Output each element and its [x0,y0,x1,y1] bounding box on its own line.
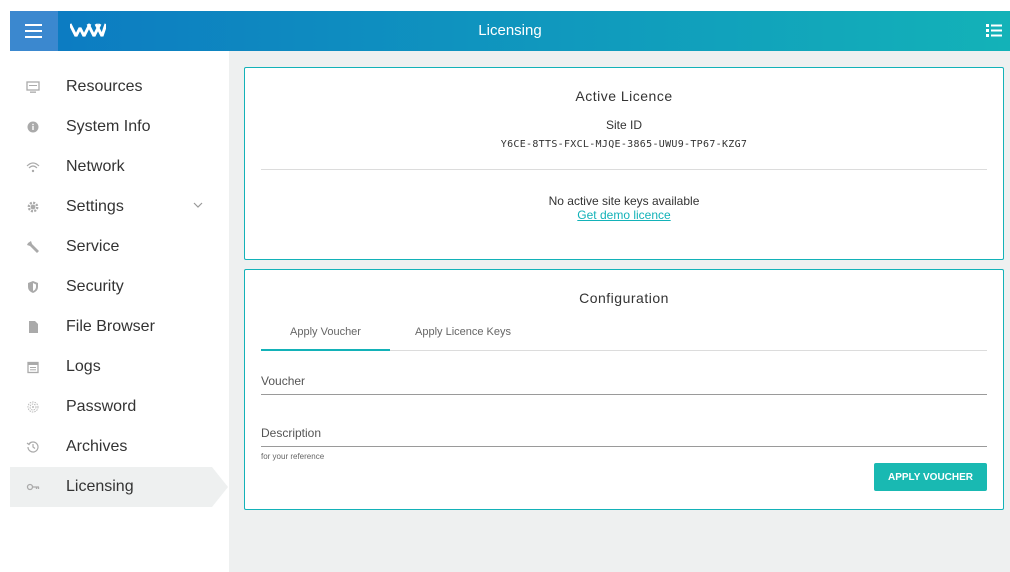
sidebar-item-security[interactable]: Security [10,267,229,307]
apply-voucher-button[interactable]: APPLY VOUCHER [874,463,987,491]
site-id-label: Site ID [605,118,642,132]
sidebar-item-licensing[interactable]: Licensing [10,467,228,507]
sidebar-item-service[interactable]: Service [10,227,229,267]
sidebar-item-settings[interactable]: Settings [10,187,229,227]
tab-apply-voucher[interactable]: Apply Voucher [261,322,390,351]
site-id-value: Y6CE-8TTS-FXCL-MJQE-3865-UWU9-TP67-KZG7 [500,139,748,150]
sidebar-item-label: System Info [66,118,151,135]
no-keys-message: No active site keys available [548,194,700,208]
shield-icon [28,281,38,293]
gear-icon [27,201,39,213]
active-licence-title: Active Licence [575,88,673,104]
sidebar-item-logs[interactable]: Logs [10,347,229,387]
history-icon [26,441,39,453]
description-field[interactable]: Description [261,426,987,448]
description-label: Description [261,426,322,440]
sidebar-item-label: Security [66,278,124,295]
voucher-underline [261,394,987,395]
monitor-icon [26,81,40,93]
configuration-title: Configuration [579,290,669,306]
divider [261,169,987,170]
sidebar-item-label: Licensing [66,478,134,495]
sidebar-item-label: Logs [66,358,101,375]
sidebar-item-password[interactable]: Password [10,387,229,427]
sidebar-item-label: File Browser [66,318,155,335]
key-icon [26,483,40,491]
sidebar-item-label: Service [66,238,120,255]
list-icon[interactable] [986,23,1002,38]
sidebar-item-system-info[interactable]: System Info [10,107,229,147]
sidebar-item-file-browser[interactable]: File Browser [10,307,229,347]
sidebar-item-label: Archives [66,438,128,455]
description-hint: for your reference [261,452,325,461]
sidebar-item-resources[interactable]: Resources [10,67,229,107]
page-title: Licensing [478,22,542,39]
top-bar: Licensing [10,11,1010,51]
configuration-tabs: Apply Voucher Apply Licence Keys [261,322,987,351]
fingerprint-icon [27,401,39,413]
configuration-card: Configuration Apply Voucher Apply Licenc… [244,269,1004,510]
sidebar-item-network[interactable]: Network [10,147,229,187]
wrench-icon [27,241,39,253]
file-icon [29,321,38,333]
info-icon [27,121,39,133]
voucher-field[interactable]: Voucher [261,374,987,396]
active-licence-card: Active Licence Site ID Y6CE-8TTS-FXCL-MJ… [244,67,1004,260]
description-underline [261,446,987,447]
main-content: Active Licence Site ID Y6CE-8TTS-FXCL-MJ… [229,51,1010,572]
sidebar-item-label: Settings [66,198,124,215]
sidebar: Resources System Info Network Settings S… [10,51,229,572]
chevron-down-icon[interactable] [192,199,204,211]
sidebar-item-label: Network [66,158,125,175]
sidebar-nav: Resources System Info Network Settings S… [10,67,229,507]
tab-apply-licence-keys[interactable]: Apply Licence Keys [398,322,528,351]
sidebar-item-label: Resources [66,78,143,95]
voucher-label: Voucher [261,374,306,388]
wifi-icon [26,162,40,173]
sidebar-item-label: Password [66,398,137,415]
get-demo-licence-link[interactable]: Get demo licence [577,208,670,222]
calendar-icon [27,361,39,374]
sidebar-item-archives[interactable]: Archives [10,427,229,467]
